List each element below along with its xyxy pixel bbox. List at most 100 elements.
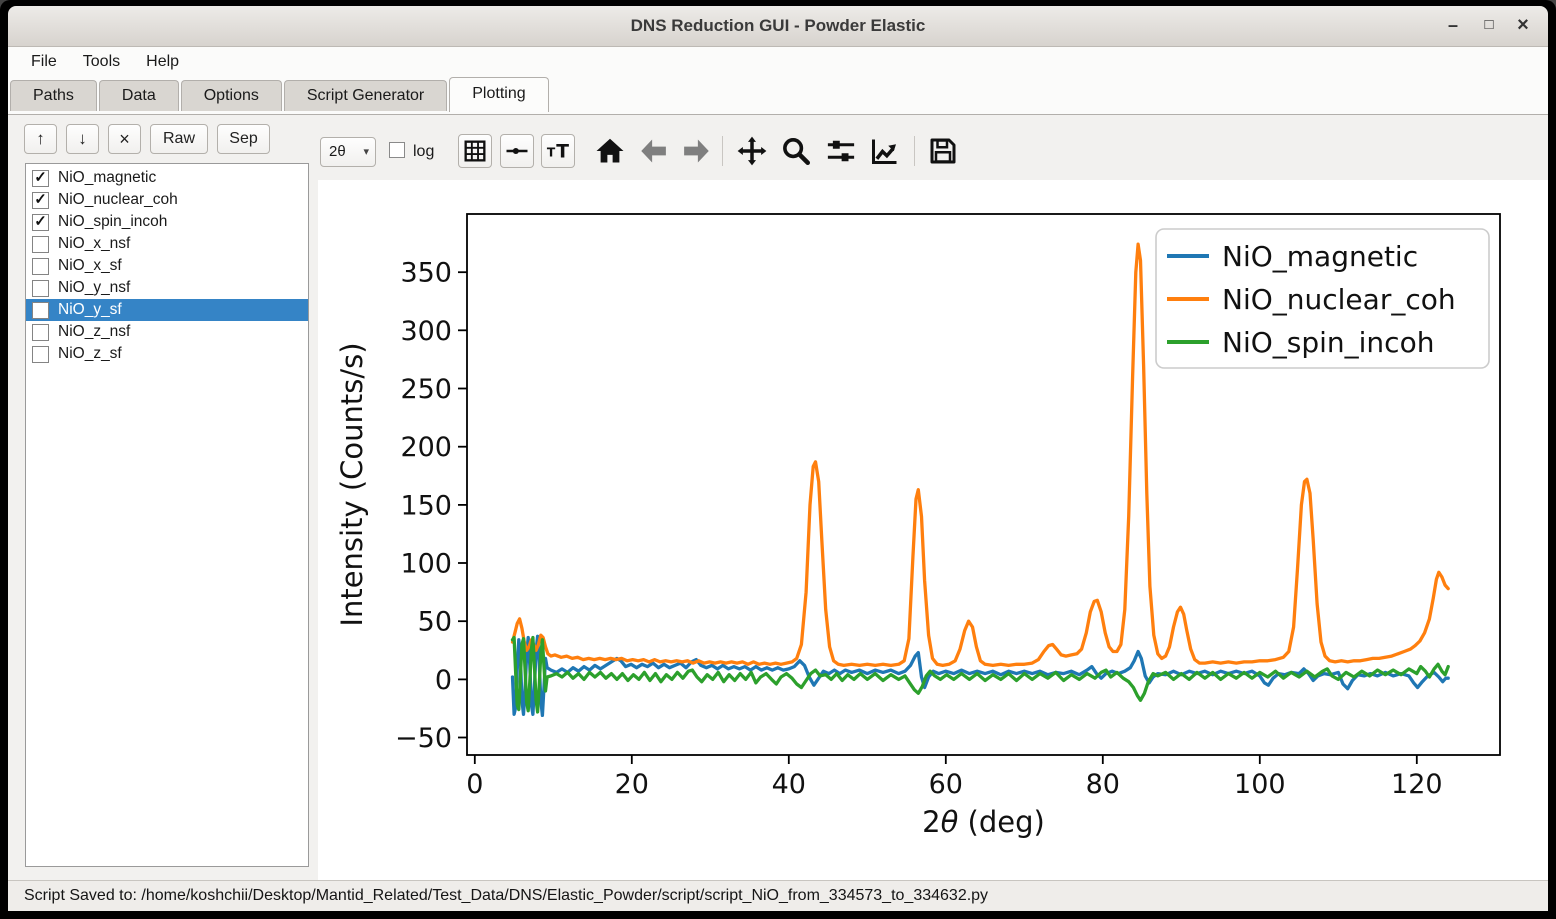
tab-script-generator[interactable]: Script Generator <box>284 80 447 111</box>
tabbar: PathsDataOptionsScript GeneratorPlotting <box>8 77 1548 115</box>
list-item-nio-magnetic[interactable]: ✓ NiO_magnetic <box>26 167 308 189</box>
close-icon[interactable]: × <box>1510 6 1536 46</box>
statusbar: Script Saved to: /home/koshchii/Desktop/… <box>8 880 1548 911</box>
grid-button[interactable] <box>458 134 492 168</box>
customize-button[interactable] <box>867 134 903 168</box>
back-button[interactable] <box>636 134 672 168</box>
zoom-icon <box>780 136 812 166</box>
customize-icon <box>869 136 901 166</box>
legend-entry: NiO_magnetic <box>1222 240 1418 273</box>
tab-paths[interactable]: Paths <box>10 80 97 111</box>
grid-icon <box>461 137 489 165</box>
list-item-nio-z-sf[interactable]: NiO_z_sf <box>26 343 308 365</box>
log-checkbox[interactable] <box>389 142 405 158</box>
sep-button[interactable]: Sep <box>217 124 270 154</box>
fontsize-button[interactable]: TT <box>541 134 575 168</box>
svg-text:100: 100 <box>1234 769 1286 800</box>
svg-text:−50: −50 <box>395 723 452 754</box>
content-area: ↑ ↓ × Raw Sep ✓ NiO_magnetic ✓ NiO_nuclear_… <box>8 115 1548 880</box>
svg-text:300: 300 <box>400 316 452 347</box>
plot-figure[interactable]: 0 20 40 60 80 100 120 2θ (deg) −50 0 50 100 150 200 25… <box>318 180 1548 880</box>
home-icon <box>594 136 626 166</box>
list-item-label: NiO_y_nsf <box>58 279 130 297</box>
move-down-button[interactable]: ↓ <box>66 124 99 154</box>
svg-text:80: 80 <box>1086 769 1120 800</box>
plot-legend: NiO_magnetic NiO_nuclear_coh NiO_spin_inco… <box>1156 229 1489 368</box>
svg-text:T: T <box>547 145 556 159</box>
svg-text:120: 120 <box>1391 769 1443 800</box>
svg-text:20: 20 <box>615 769 649 800</box>
y-axis: −50 0 50 100 150 200 250 300 350 Intensity (Count… <box>335 258 467 754</box>
svg-text:0: 0 <box>435 665 452 696</box>
save-button[interactable] <box>925 134 961 168</box>
legend-entry: NiO_spin_incoh <box>1222 326 1434 359</box>
checkbox-checked-icon[interactable]: ✓ <box>32 170 49 187</box>
window-title: DNS Reduction GUI - Powder Elastic <box>8 6 1548 46</box>
status-text: Script Saved to: /home/koshchii/Desktop/… <box>24 887 988 904</box>
log-label: log <box>413 137 434 167</box>
list-item-nio-y-nsf[interactable]: NiO_y_nsf <box>26 277 308 299</box>
errorbar-button[interactable] <box>500 134 534 168</box>
x-axis-label: 2θ (deg) <box>922 805 1045 839</box>
axis-selector-dropdown[interactable]: 2θ ▾ <box>320 137 376 167</box>
chart-svg: 0 20 40 60 80 100 120 2θ (deg) −50 0 50 100 150 200 25… <box>318 180 1548 880</box>
tab-options[interactable]: Options <box>181 80 282 111</box>
list-item-label: NiO_x_sf <box>58 257 122 275</box>
save-icon <box>927 136 959 166</box>
svg-text:200: 200 <box>400 432 452 463</box>
svg-text:100: 100 <box>400 549 452 580</box>
forward-button[interactable] <box>678 134 714 168</box>
minimize-icon[interactable]: – <box>1440 6 1466 46</box>
checkbox-icon[interactable] <box>32 324 49 341</box>
svg-text:50: 50 <box>418 607 452 638</box>
svg-text:250: 250 <box>400 374 452 405</box>
legend-entry: NiO_nuclear_coh <box>1222 283 1456 316</box>
menu-item-file[interactable]: File <box>18 47 70 77</box>
list-item-label: NiO_y_sf <box>58 301 122 319</box>
x-axis: 0204060801001202θ (deg) <box>466 755 1442 839</box>
checkbox-checked-icon[interactable]: ✓ <box>32 192 49 209</box>
titlebar[interactable]: DNS Reduction GUI - Powder Elastic – □ × <box>8 6 1548 47</box>
subplots-button[interactable] <box>823 134 859 168</box>
svg-text:40: 40 <box>772 769 806 800</box>
checkbox-icon[interactable] <box>32 236 49 253</box>
svg-text:150: 150 <box>400 490 452 521</box>
pan-button[interactable] <box>734 134 770 168</box>
list-item-label: NiO_magnetic <box>58 169 156 187</box>
list-item-nio-z-nsf[interactable]: NiO_z_nsf <box>26 321 308 343</box>
checkbox-icon[interactable] <box>32 302 49 319</box>
menu-item-help[interactable]: Help <box>133 47 192 77</box>
zoom-button[interactable] <box>778 134 814 168</box>
tab-plotting[interactable]: Plotting <box>449 77 548 112</box>
svg-text:T: T <box>556 141 569 162</box>
list-item-nio-x-sf[interactable]: NiO_x_sf <box>26 255 308 277</box>
move-up-button[interactable]: ↑ <box>24 124 57 154</box>
tab-data[interactable]: Data <box>99 80 179 111</box>
list-item-nio-y-sf[interactable]: NiO_y_sf <box>26 299 308 321</box>
checkbox-icon[interactable] <box>32 258 49 275</box>
list-item-label: NiO_spin_incoh <box>58 213 167 231</box>
workspace-list[interactable]: ✓ NiO_magnetic ✓ NiO_nuclear_coh ✓ NiO_spin_i… <box>25 163 309 867</box>
back-icon <box>638 136 670 166</box>
checkbox-checked-icon[interactable]: ✓ <box>32 214 49 231</box>
application-window: DNS Reduction GUI - Powder Elastic – □ ×… <box>0 0 1556 919</box>
checkbox-icon[interactable] <box>32 346 49 363</box>
axis-selector-label: 2θ <box>329 138 346 166</box>
maximize-icon[interactable]: □ <box>1476 6 1502 46</box>
list-item-nio-spin-incoh[interactable]: ✓ NiO_spin_incoh <box>26 211 308 233</box>
svg-text:60: 60 <box>929 769 963 800</box>
checkbox-icon[interactable] <box>32 280 49 297</box>
raw-button[interactable]: Raw <box>150 124 208 154</box>
forward-icon <box>680 136 712 166</box>
home-button[interactable] <box>592 134 628 168</box>
fontsize-icon: TT <box>544 137 572 165</box>
toolbar-separator <box>722 136 723 166</box>
remove-button[interactable]: × <box>108 124 141 154</box>
list-item-label: NiO_nuclear_coh <box>58 191 178 209</box>
svg-text:350: 350 <box>400 258 452 289</box>
list-item-nio-nuclear-coh[interactable]: ✓ NiO_nuclear_coh <box>26 189 308 211</box>
y-axis-label: Intensity (Counts/s) <box>335 342 369 626</box>
list-item-nio-x-nsf[interactable]: NiO_x_nsf <box>26 233 308 255</box>
toolbar-separator <box>914 136 915 166</box>
menu-item-tools[interactable]: Tools <box>70 47 133 77</box>
